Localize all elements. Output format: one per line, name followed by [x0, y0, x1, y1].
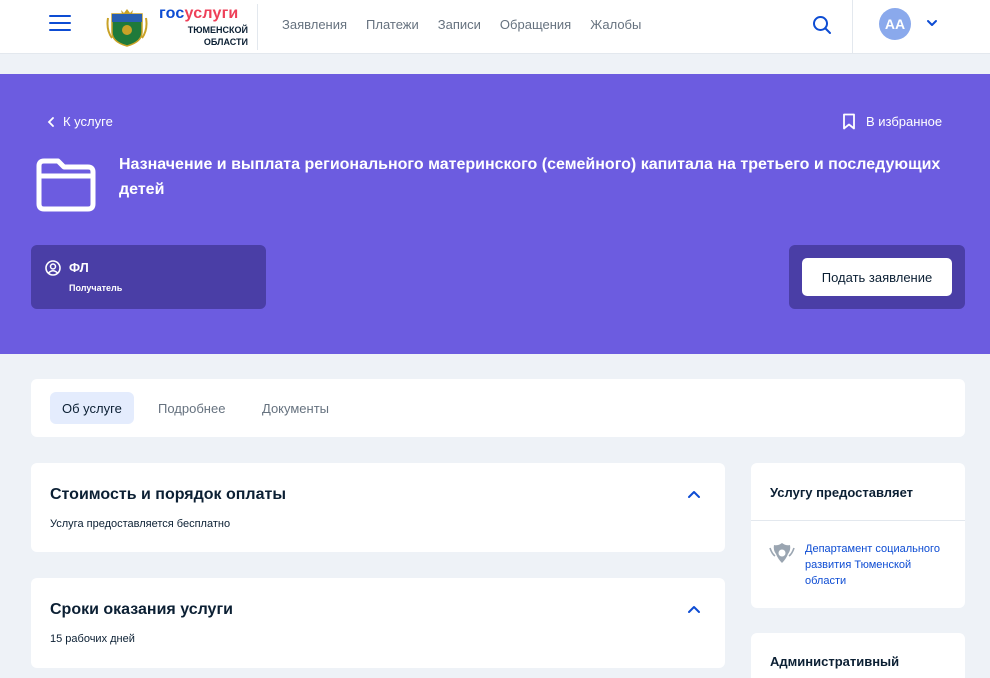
service-tabs: Об услуге Подробнее Документы — [31, 379, 965, 437]
nav-item-payments[interactable]: Платежи — [366, 17, 419, 32]
chevron-up-icon[interactable] — [687, 604, 701, 614]
header-divider — [852, 0, 853, 54]
top-header: госуслуги ТЮМЕНСКОЙ ОБЛАСТИ Заявления Пла… — [0, 0, 990, 54]
admin-card: Административный — [751, 633, 965, 678]
apply-panel: Подать заявление — [789, 245, 965, 309]
folder-icon — [36, 158, 96, 212]
admin-heading: Административный — [770, 654, 900, 669]
user-avatar[interactable]: АА — [879, 8, 911, 40]
back-link-label: К услуге — [63, 114, 113, 129]
bookmark-icon — [843, 113, 855, 130]
hamburger-icon[interactable] — [49, 15, 71, 33]
recipient-value: ФЛ — [69, 260, 89, 275]
section-title: Сроки оказания услуги — [50, 601, 233, 618]
tab-about[interactable]: Об услуге — [50, 392, 134, 424]
service-title: Назначение и выплата регионального матер… — [119, 156, 941, 198]
logo-brand: госуслуги — [159, 5, 239, 22]
section-text: 15 рабочих дней — [50, 633, 135, 645]
user-circle-icon — [45, 260, 61, 276]
gosuslugi-logo[interactable]: госуслуги ТЮМЕНСКОЙ ОБЛАСТИ — [104, 4, 258, 50]
terms-section: Сроки оказания услуги 15 рабочих дней — [31, 578, 725, 668]
provider-link[interactable]: Департамент социального развития Тюменск… — [805, 541, 955, 589]
submit-application-button[interactable]: Подать заявление — [802, 258, 952, 296]
recipient-label: Получатель — [69, 283, 123, 293]
tab-details[interactable]: Подробнее — [146, 392, 237, 424]
nav-item-requests[interactable]: Обращения — [500, 17, 571, 32]
logo-region: ТЮМЕНСКОЙ ОБЛАСТИ — [187, 25, 248, 47]
region-emblem-icon — [106, 9, 148, 47]
search-icon[interactable] — [812, 15, 832, 35]
section-text: Услуга предоставляется бесплатно — [50, 518, 231, 530]
nav-item-applications[interactable]: Заявления — [282, 17, 347, 32]
chevron-down-icon[interactable] — [926, 17, 938, 29]
section-title: Стоимость и порядок оплаты — [50, 486, 286, 503]
back-to-service-link[interactable]: К услуге — [47, 114, 113, 129]
provider-card: Услугу предоставляет Департамент социаль… — [751, 463, 965, 608]
coat-of-arms-icon — [769, 543, 795, 563]
tab-documents[interactable]: Документы — [250, 392, 341, 424]
main-nav: Заявления Платежи Записи Обращения Жалоб… — [282, 17, 641, 32]
divider — [751, 520, 965, 521]
nav-item-appointments[interactable]: Записи — [438, 17, 481, 32]
cost-section: Стоимость и порядок оплаты Услуга предос… — [31, 463, 725, 552]
service-hero: К услуге В избранное Назначение и выплат… — [0, 74, 990, 354]
chevron-left-icon — [47, 116, 54, 127]
nav-item-complaints[interactable]: Жалобы — [590, 17, 641, 32]
recipient-panel: ФЛ Получатель — [31, 245, 266, 309]
add-to-favorites-button[interactable]: В избранное — [842, 113, 942, 130]
provider-heading: Услугу предоставляет — [770, 485, 914, 500]
favorites-label: В избранное — [866, 114, 943, 129]
chevron-up-icon[interactable] — [687, 489, 701, 499]
